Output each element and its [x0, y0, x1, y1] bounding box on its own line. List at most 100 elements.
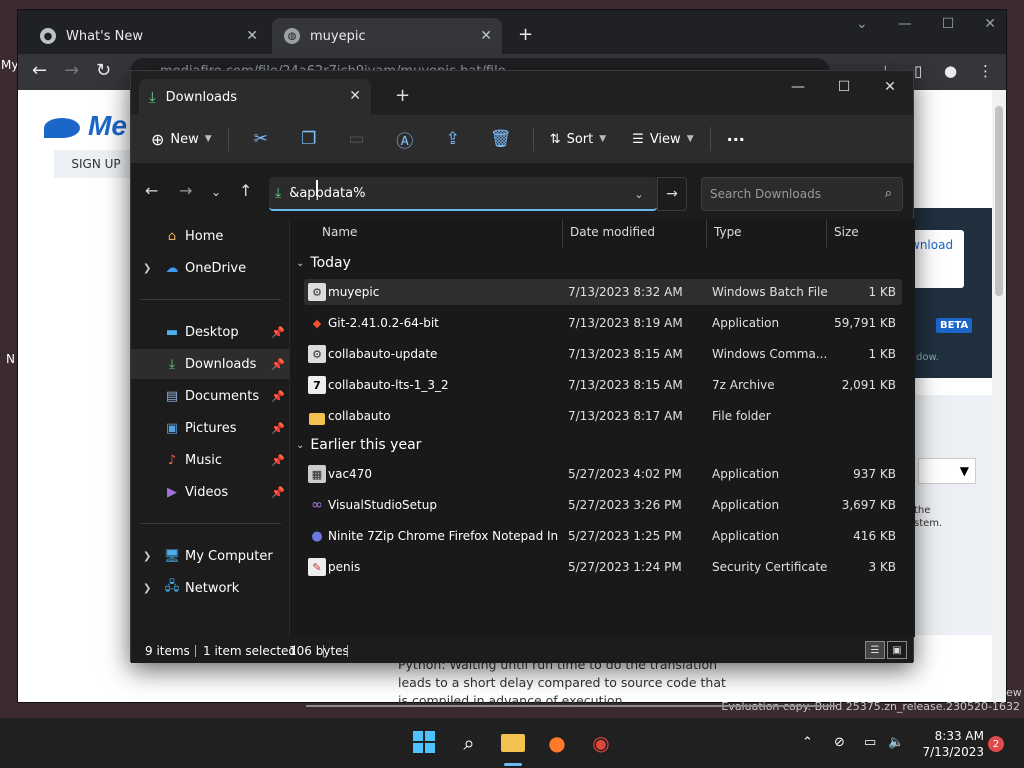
minimize-icon[interactable]: — [898, 16, 912, 32]
pin-icon[interactable]: 📌 [271, 326, 285, 339]
signup-button[interactable]: SIGN UP [54, 150, 138, 178]
column-date-modified[interactable]: Date modified [570, 225, 655, 239]
chevron-down-icon: ⌄ [296, 257, 305, 269]
back-icon[interactable]: ← [32, 60, 47, 81]
column-size[interactable]: Size [834, 225, 859, 239]
nav-item-pictures[interactable]: ▣ Pictures 📌 [131, 413, 289, 443]
file-explorer-window: ⤓ Downloads ✕ + — ☐ ✕ ⊕ New ▼ ✂ ❐ ▭ Ⓐ ⇪ … [130, 70, 915, 707]
volume-icon[interactable]: 🔈 [888, 735, 904, 750]
status-selected-size: 106 bytes [289, 644, 349, 658]
chevron-down-icon: ▼ [204, 134, 212, 144]
nav-item-music[interactable]: ♪ Music 📌 [131, 445, 289, 475]
close-icon[interactable]: ✕ [349, 88, 361, 104]
close-icon[interactable]: ✕ [246, 28, 258, 44]
group-header-earlier-this-year[interactable]: ⌄ Earlier this year [296, 437, 421, 453]
network-offline-icon[interactable]: ⊘ [834, 735, 845, 750]
chevron-right-icon[interactable]: ❯ [143, 263, 151, 274]
nav-item-network[interactable]: ❯ 🖧 Network [131, 573, 289, 603]
notification-badge[interactable]: 2 [988, 736, 1004, 752]
globe-icon: ◍ [284, 28, 300, 44]
file-row[interactable]: ◆ Git-2.41.0.2-64-bit 7/13/2023 8:19 AM … [304, 310, 902, 336]
nav-item-downloads[interactable]: ⤓ Downloads 📌 [131, 349, 289, 379]
delete-icon[interactable]: 🗑 [477, 121, 525, 157]
file-row[interactable]: ● Ninite 7Zip Chrome Firefox Notepad Ins… [304, 523, 902, 549]
address-input[interactable]: ⤓ &appdata% [269, 177, 657, 211]
close-icon[interactable]: ✕ [480, 28, 492, 44]
file-row[interactable]: ✎ penis 5/27/2023 1:24 PM Security Certi… [304, 554, 902, 580]
nav-item-videos[interactable]: ▶ Videos 📌 [131, 477, 289, 507]
batch-file-icon: ⚙ [308, 283, 326, 301]
close-icon[interactable]: ✕ [984, 16, 996, 32]
rename-icon[interactable]: Ⓐ [381, 121, 429, 157]
up-icon[interactable]: ↑ [239, 181, 252, 200]
chrome-tab-muyepic[interactable]: ◍ muyepic ✕ [272, 18, 502, 54]
pin-icon[interactable]: 📌 [271, 486, 285, 499]
close-icon[interactable]: ✕ [867, 71, 913, 103]
minimize-icon[interactable]: — [775, 71, 821, 103]
go-arrow-icon[interactable]: → [657, 177, 687, 211]
reload-icon[interactable]: ↻ [96, 60, 111, 81]
column-name[interactable]: Name [322, 225, 357, 239]
explorer-tab-downloads[interactable]: ⤓ Downloads ✕ [139, 79, 371, 115]
address-dropdown-icon[interactable]: ⌄ [621, 177, 657, 211]
copy-icon[interactable]: ❐ [285, 121, 333, 157]
chevron-right-icon[interactable]: ❯ [143, 583, 151, 594]
tiles-view-icon[interactable]: ▣ [887, 641, 907, 659]
status-item-count: 9 items [145, 644, 190, 658]
pin-icon[interactable]: 📌 [271, 358, 285, 371]
profile-icon[interactable]: ● [944, 62, 957, 80]
maximize-icon[interactable]: ☐ [942, 16, 955, 32]
recent-locations-icon[interactable]: ⌄ [211, 185, 221, 199]
dropdown[interactable]: ▼ [918, 458, 976, 484]
nav-item-desktop[interactable]: ▬ Desktop 📌 [131, 317, 289, 347]
panel-text: dow. [916, 352, 939, 363]
file-row[interactable]: ▦ vac470 5/27/2023 4:02 PM Application 9… [304, 461, 902, 487]
file-row[interactable]: ⚙ collabauto-update 7/13/2023 8:15 AM Wi… [304, 341, 902, 367]
file-row[interactable]: ∞ VisualStudioSetup 5/27/2023 3:26 PM Ap… [304, 492, 902, 518]
menu-icon[interactable]: ⋮ [978, 62, 993, 80]
nav-item-onedrive[interactable]: ❯ ☁ OneDrive [131, 253, 289, 283]
view-button[interactable]: ☰ View ▼ [624, 121, 701, 157]
search-input[interactable]: Search Downloads ⌕ [701, 177, 903, 211]
maximize-icon[interactable]: ☐ [821, 71, 867, 103]
back-icon[interactable]: ← [145, 181, 158, 200]
forward-icon[interactable]: → [64, 60, 79, 81]
sort-button[interactable]: ⇅ Sort ▼ [542, 121, 614, 157]
share-icon[interactable]: ⇪ [429, 121, 477, 157]
document-icon: ▤ [165, 388, 179, 404]
display-icon[interactable]: ▭ [864, 735, 876, 750]
side-text: the stem. [914, 505, 943, 529]
video-icon: ▶ [167, 484, 177, 500]
chevron-down-icon[interactable]: ⌄ [856, 16, 868, 32]
file-row[interactable]: ⚙ muyepic 7/13/2023 8:32 AM Windows Batc… [304, 279, 902, 305]
forward-icon[interactable]: → [179, 181, 192, 200]
sidebar-icon[interactable]: ▯ [914, 62, 922, 80]
page-scrollbar[interactable] [992, 90, 1006, 702]
more-options-button[interactable]: ··· [719, 121, 753, 157]
chevron-right-icon[interactable]: ❯ [143, 551, 151, 562]
file-row[interactable]: collabauto 7/13/2023 8:17 AM File folder [304, 403, 902, 429]
nav-item-my-computer[interactable]: ❯ 🖥 My Computer [131, 541, 289, 571]
cut-icon[interactable]: ✂ [237, 121, 285, 157]
music-icon: ♪ [167, 452, 177, 468]
pin-icon[interactable]: 📌 [271, 422, 285, 435]
view-toggles: ☰ ▣ [865, 641, 907, 659]
new-tab-button[interactable]: + [518, 24, 533, 45]
mediafire-logo[interactable]: Me [44, 110, 127, 142]
desktop-label: My [1, 58, 19, 72]
column-type[interactable]: Type [714, 225, 742, 239]
new-button[interactable]: ⊕ New ▼ [143, 121, 220, 157]
nav-item-documents[interactable]: ▤ Documents 📌 [131, 381, 289, 411]
pin-icon[interactable]: 📌 [271, 454, 285, 467]
paste-icon[interactable]: ▭ [333, 121, 381, 157]
chevron-up-icon[interactable]: ⌃ [802, 735, 813, 750]
details-view-icon[interactable]: ☰ [865, 641, 885, 659]
new-tab-button[interactable]: + [395, 85, 410, 106]
chrome-tab-whats-new[interactable]: ● What's New ✕ [28, 18, 268, 54]
nav-item-home[interactable]: ⌂ Home [131, 221, 289, 251]
file-row[interactable]: 7 collabauto-lts-1_3_2 7/13/2023 8:15 AM… [304, 372, 902, 398]
group-header-today[interactable]: ⌄ Today [296, 255, 351, 271]
horizontal-scrollbar[interactable] [306, 705, 836, 707]
pin-icon[interactable]: 📌 [271, 390, 285, 403]
clock[interactable]: 8:33 AM 7/13/2023 [916, 728, 984, 760]
